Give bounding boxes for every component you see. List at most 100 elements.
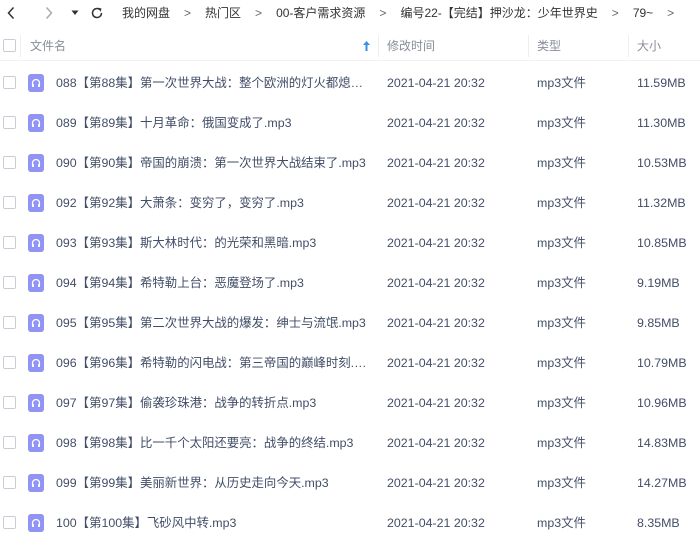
file-type: mp3文件: [537, 396, 586, 410]
file-modified-time: 2021-04-21 20:32: [387, 516, 485, 530]
arrow-up-icon[interactable]: [362, 40, 371, 55]
breadcrumb-item[interactable]: 热门区: [205, 4, 241, 21]
select-all-checkbox[interactable]: [3, 39, 16, 52]
file-name: 100【第100集】飞砂风中转.mp3: [56, 516, 237, 530]
file-size: 10.53MB: [637, 156, 687, 170]
file-row[interactable]: 092【第92集】大萧条：变穷了，变穷了.mp3 2021-04-21 20:32…: [0, 183, 700, 223]
audio-file-icon: [28, 194, 44, 212]
column-divider: [20, 35, 21, 57]
audio-file-icon: [28, 154, 44, 172]
file-row[interactable]: 093【第93集】斯大林时代：的光荣和黑暗.mp3 2021-04-21 20:3…: [0, 223, 700, 263]
column-divider: [628, 35, 629, 57]
file-type: mp3文件: [537, 276, 586, 290]
file-type: mp3文件: [537, 316, 586, 330]
audio-file-icon: [28, 234, 44, 252]
file-row[interactable]: 089【第89集】十月革命：俄国变成了.mp3 2021-04-21 20:32 m…: [0, 103, 700, 143]
chevron-left-icon[interactable]: [0, 0, 22, 25]
file-modified-time: 2021-04-21 20:32: [387, 116, 485, 130]
audio-file-icon: [28, 434, 44, 452]
column-header-modified[interactable]: 修改时间: [387, 31, 435, 61]
file-row[interactable]: 095【第95集】第二次世界大战的爆发：绅士与流氓.mp3 2021-04-21 …: [0, 303, 700, 343]
column-divider: [378, 35, 379, 57]
row-checkbox[interactable]: [3, 236, 16, 249]
file-size: 9.19MB: [637, 276, 680, 290]
breadcrumb-item[interactable]: 编号22-【完结】押沙龙：少年世界史: [400, 4, 597, 21]
file-row[interactable]: 094【第94集】希特勒上台：恶魔登场了.mp3 2021-04-21 20:32…: [0, 263, 700, 303]
file-name: 097【第97集】偷袭珍珠港：战争的转折点.mp3: [56, 396, 317, 410]
file-name: 092【第92集】大萧条：变穷了，变穷了.mp3: [56, 196, 304, 210]
audio-file-icon: [28, 74, 44, 92]
file-size: 14.27MB: [637, 476, 687, 490]
row-checkbox[interactable]: [3, 396, 16, 409]
file-modified-time: 2021-04-21 20:32: [387, 236, 485, 250]
file-row[interactable]: 090【第90集】帝国的崩溃：第一次世界大战结束了.mp3 2021-04-21 …: [0, 143, 700, 183]
file-size: 8.35MB: [637, 516, 680, 530]
column-header-type[interactable]: 类型: [537, 31, 561, 61]
file-name: 088【第88集】第一次世界大战：整个欧洲的灯火都熄灭...: [56, 76, 370, 90]
file-type: mp3文件: [537, 476, 586, 490]
breadcrumb-separator: >: [379, 5, 387, 20]
file-list-header: 文件名 修改时间 类型 大小: [0, 31, 700, 61]
file-row[interactable]: 088【第88集】第一次世界大战：整个欧洲的灯火都熄灭... 2021-04-21…: [0, 63, 700, 103]
file-row[interactable]: 099【第99集】美丽新世界：从历史走向今天.mp3 2021-04-21 20:…: [0, 463, 700, 503]
breadcrumb-separator: >: [255, 5, 263, 20]
file-size: 11.59MB: [637, 76, 686, 90]
row-checkbox[interactable]: [3, 356, 16, 369]
caret-down-icon[interactable]: [68, 0, 82, 25]
chevron-right-icon[interactable]: [36, 0, 62, 25]
file-type: mp3文件: [537, 516, 586, 530]
file-row[interactable]: 098【第98集】比一千个太阳还要亮：战争的终结.mp3 2021-04-21 2…: [0, 423, 700, 463]
file-type: mp3文件: [537, 116, 586, 130]
file-type: mp3文件: [537, 356, 586, 370]
audio-file-icon: [28, 394, 44, 412]
file-name: 098【第98集】比一千个太阳还要亮：战争的终结.mp3: [56, 436, 354, 450]
file-row[interactable]: 100【第100集】飞砂风中转.mp3 2021-04-21 20:32 mp3文件…: [0, 503, 700, 543]
column-divider: [528, 35, 529, 57]
row-checkbox[interactable]: [3, 476, 16, 489]
row-checkbox[interactable]: [3, 116, 16, 129]
file-modified-time: 2021-04-21 20:32: [387, 196, 485, 210]
file-row[interactable]: 096【第96集】希特勒的闪电战：第三帝国的巅峰时刻.m... 2021-04-2…: [0, 343, 700, 383]
file-type: mp3文件: [537, 196, 586, 210]
audio-file-icon: [28, 114, 44, 132]
file-type: mp3文件: [537, 436, 586, 450]
file-type: mp3文件: [537, 156, 586, 170]
row-checkbox[interactable]: [3, 436, 16, 449]
file-type: mp3文件: [537, 76, 586, 90]
audio-file-icon: [28, 514, 44, 532]
row-checkbox[interactable]: [3, 276, 16, 289]
file-modified-time: 2021-04-21 20:32: [387, 476, 485, 490]
file-name: 099【第99集】美丽新世界：从历史走向今天.mp3: [56, 476, 329, 490]
file-name: 094【第94集】希特勒上台：恶魔登场了.mp3: [56, 276, 304, 290]
file-modified-time: 2021-04-21 20:32: [387, 436, 485, 450]
file-size: 9.85MB: [637, 316, 680, 330]
row-checkbox[interactable]: [3, 196, 16, 209]
row-checkbox[interactable]: [3, 76, 16, 89]
file-modified-time: 2021-04-21 20:32: [387, 316, 485, 330]
row-checkbox[interactable]: [3, 516, 16, 529]
audio-file-icon: [28, 354, 44, 372]
file-size: 10.96MB: [637, 396, 687, 410]
row-checkbox[interactable]: [3, 316, 16, 329]
breadcrumb: 我的网盘 > 热门区 >00-客户需求资源 > 编号22-【完结】押沙龙：少年世界史 >79…: [122, 4, 688, 21]
breadcrumb-item[interactable]: 79~: [633, 6, 653, 20]
audio-file-icon: [28, 474, 44, 492]
breadcrumb-separator: >: [184, 5, 192, 20]
file-size: 11.30MB: [637, 116, 686, 130]
navigation-bar: 我的网盘 > 热门区 >00-客户需求资源 > 编号22-【完结】押沙龙：少年世界史 >79…: [0, 0, 700, 25]
file-row[interactable]: 097【第97集】偷袭珍珠港：战争的转折点.mp3 2021-04-21 20:3…: [0, 383, 700, 423]
breadcrumb-separator: >: [667, 5, 675, 20]
audio-file-icon: [28, 274, 44, 292]
column-header-name[interactable]: 文件名: [30, 31, 66, 61]
file-modified-time: 2021-04-21 20:32: [387, 396, 485, 410]
file-name: 089【第89集】十月革命：俄国变成了.mp3: [56, 116, 292, 130]
file-modified-time: 2021-04-21 20:32: [387, 276, 485, 290]
breadcrumb-item[interactable]: 00-客户需求资源: [276, 4, 365, 21]
row-checkbox[interactable]: [3, 156, 16, 169]
file-name: 093【第93集】斯大林时代：的光荣和黑暗.mp3: [56, 236, 317, 250]
file-size: 10.79MB: [637, 356, 687, 370]
breadcrumb-item[interactable]: 我的网盘: [122, 4, 170, 21]
file-name: 090【第90集】帝国的崩溃：第一次世界大战结束了.mp3: [56, 156, 366, 170]
refresh-icon[interactable]: [88, 0, 106, 25]
column-header-size[interactable]: 大小: [637, 31, 661, 61]
